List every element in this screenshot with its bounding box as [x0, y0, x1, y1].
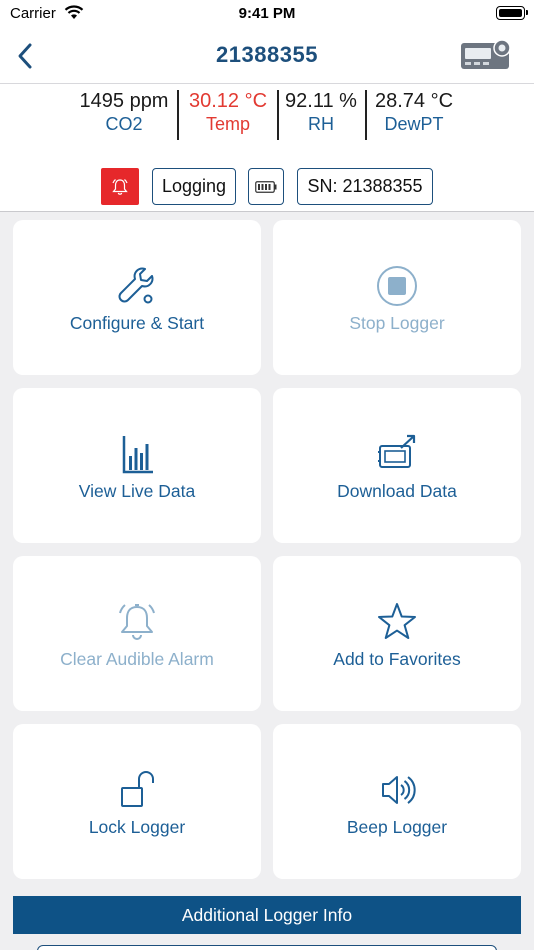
reading-label: RH [308, 114, 334, 134]
clock-time: 9:41 PM [238, 5, 296, 22]
divider [277, 90, 279, 140]
reading-value: 92.11 % [285, 90, 357, 112]
download-device-icon [378, 434, 416, 468]
divider [365, 90, 367, 140]
tile-label: Download Data [337, 481, 457, 501]
beep-logger-button[interactable]: Beep Logger [273, 724, 521, 879]
reading-label: CO2 [105, 114, 143, 134]
reading-dewpt: 28.74 °C DewPT [368, 90, 460, 146]
tile-label: Lock Logger [88, 817, 186, 837]
bell-icon [112, 178, 128, 195]
nav-bar: 21388355 [0, 30, 534, 84]
additional-logger-info-button[interactable]: Additional Logger Info [13, 896, 521, 934]
page-title: 21388355 [216, 42, 318, 67]
battery-level-badge [248, 168, 284, 205]
unlock-icon [121, 771, 154, 807]
stop-logger-button[interactable]: Stop Logger [273, 220, 521, 375]
status-badges: Logging SN: 21388355 [0, 168, 534, 206]
view-live-data-button[interactable]: View Live Data [13, 388, 261, 543]
tile-label: Stop Logger [349, 313, 445, 333]
reading-value: 28.74 °C [374, 90, 454, 112]
tile-label: Add to Favorites [333, 649, 461, 669]
reading-co2: 1495 ppm CO2 [72, 90, 176, 146]
lock-logger-button[interactable]: Lock Logger [13, 724, 261, 879]
status-bar: Carrier 9:41 PM [0, 0, 534, 30]
stop-icon [377, 266, 417, 306]
wrench-icon [118, 267, 154, 304]
tile-label: Configure & Start [69, 313, 205, 333]
reading-temp: 30.12 °C Temp [182, 90, 274, 146]
configure-start-button[interactable]: Configure & Start [13, 220, 261, 375]
star-icon [378, 603, 416, 639]
divider [177, 90, 179, 140]
tile-label: View Live Data [78, 481, 196, 501]
add-to-favorites-button[interactable]: Add to Favorites [273, 556, 521, 711]
logging-status-badge: Logging [152, 168, 236, 205]
bar-chart-icon [122, 436, 153, 474]
reading-value: 1495 ppm [79, 90, 169, 112]
reading-value: 30.12 °C [188, 90, 268, 112]
download-data-button[interactable]: Download Data [273, 388, 521, 543]
reading-label: DewPT [384, 114, 444, 134]
alarm-badge [101, 168, 139, 205]
tile-label: Clear Audible Alarm [60, 649, 214, 669]
reading-label: Temp [205, 114, 250, 134]
bell-icon [119, 604, 155, 640]
tile-label: Beep Logger [346, 817, 448, 837]
battery-icon [496, 6, 528, 20]
partial-button[interactable] [37, 945, 497, 950]
logger-device-icon[interactable] [460, 39, 512, 71]
speaker-icon [382, 776, 416, 804]
reading-rh: 92.11 % RH [280, 90, 362, 146]
serial-number-badge: SN: 21388355 [297, 168, 433, 205]
clear-audible-alarm-button[interactable]: Clear Audible Alarm [13, 556, 261, 711]
battery-icon [255, 180, 277, 193]
